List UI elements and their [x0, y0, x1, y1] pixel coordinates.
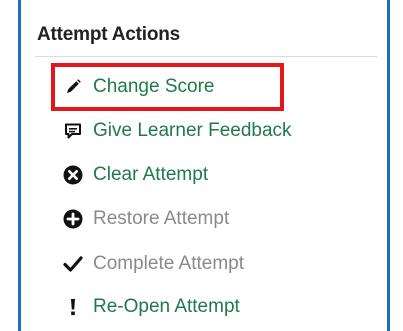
give-learner-feedback-link[interactable]: Give Learner Feedback — [62, 117, 292, 145]
comment-icon — [62, 120, 84, 142]
x-circle-icon — [62, 164, 84, 186]
checkmark-icon — [62, 253, 84, 275]
complete-attempt-label: Complete Attempt — [93, 253, 245, 274]
give-learner-feedback-label: Give Learner Feedback — [93, 120, 292, 141]
pencil-icon — [62, 76, 84, 98]
restore-attempt-label: Restore Attempt — [93, 208, 230, 229]
exclamation-icon — [62, 296, 84, 318]
re-open-attempt-link[interactable]: Re-Open Attempt — [62, 293, 240, 321]
clear-attempt-label: Clear Attempt — [93, 164, 209, 185]
change-score-link[interactable]: Change Score — [62, 73, 214, 101]
clear-attempt-link[interactable]: Clear Attempt — [62, 161, 208, 189]
panel-title: Attempt Actions — [37, 24, 181, 45]
complete-attempt-link[interactable]: Complete Attempt — [62, 250, 244, 278]
plus-circle-icon — [62, 208, 84, 230]
re-open-attempt-label: Re-Open Attempt — [93, 296, 240, 317]
title-divider — [35, 56, 377, 57]
restore-attempt-link[interactable]: Restore Attempt — [62, 205, 229, 233]
change-score-label: Change Score — [93, 76, 215, 97]
